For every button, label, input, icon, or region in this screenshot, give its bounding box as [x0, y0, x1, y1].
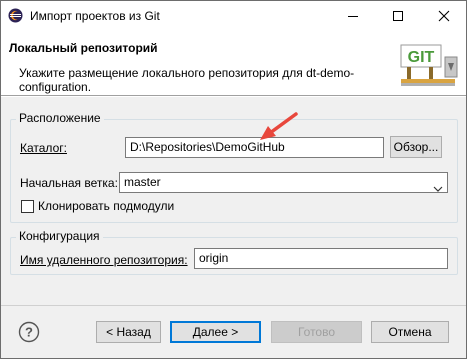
svg-text:GIT: GIT [408, 49, 435, 66]
footer-separator [1, 305, 466, 306]
remote-name-label-text: Имя удаленного репозитория: [20, 253, 188, 267]
finish-button[interactable]: Готово [271, 321, 362, 343]
page-title: Локальный репозиторий [9, 41, 158, 55]
help-button[interactable]: ? [18, 321, 40, 343]
remote-name-input[interactable]: origin [194, 248, 448, 269]
directory-label-text: Каталог: [20, 141, 67, 155]
wizard-banner: Локальный репозиторий Укажите размещение… [1, 31, 466, 95]
branch-select[interactable]: master [119, 172, 448, 193]
svg-text:?: ? [25, 325, 33, 340]
maximize-button[interactable] [376, 1, 420, 31]
config-group-title: Конфигурация [16, 229, 103, 243]
title-bar: Импорт проектов из Git [1, 1, 466, 31]
maximize-icon [393, 11, 403, 21]
git-logo-icon: GIT [399, 43, 459, 91]
branch-select-value: master [124, 175, 161, 189]
branch-label: Начальная ветка: [20, 176, 118, 190]
clone-submodules-checkbox[interactable] [21, 200, 34, 213]
chevron-down-icon [433, 179, 443, 198]
eclipse-app-icon [8, 8, 23, 23]
annotation-arrow-icon [260, 112, 298, 140]
directory-input[interactable]: D:\Repositories\DemoGitHub [125, 137, 384, 158]
cancel-button[interactable]: Отмена [371, 321, 449, 343]
clone-submodules-label: Клонировать подмодули [38, 199, 175, 213]
close-icon [438, 10, 450, 22]
back-button[interactable]: < Назад [96, 321, 161, 343]
minimize-button[interactable] [331, 1, 375, 31]
location-group-title: Расположение [16, 111, 104, 125]
import-dialog: Импорт проектов из Git Локальный репозит… [0, 0, 467, 359]
close-button[interactable] [422, 1, 466, 31]
next-button[interactable]: Далее > [170, 321, 261, 343]
remote-name-label: Имя удаленного репозитория: [20, 253, 188, 267]
banner-separator-highlight [1, 96, 466, 97]
help-icon: ? [18, 321, 40, 343]
browse-button[interactable]: Обзор... [390, 136, 442, 158]
page-description: Укажите размещение локального репозитори… [19, 66, 355, 94]
minimize-icon [348, 16, 358, 17]
window-title: Импорт проектов из Git [30, 9, 160, 23]
directory-label: Каталог: [20, 141, 67, 155]
